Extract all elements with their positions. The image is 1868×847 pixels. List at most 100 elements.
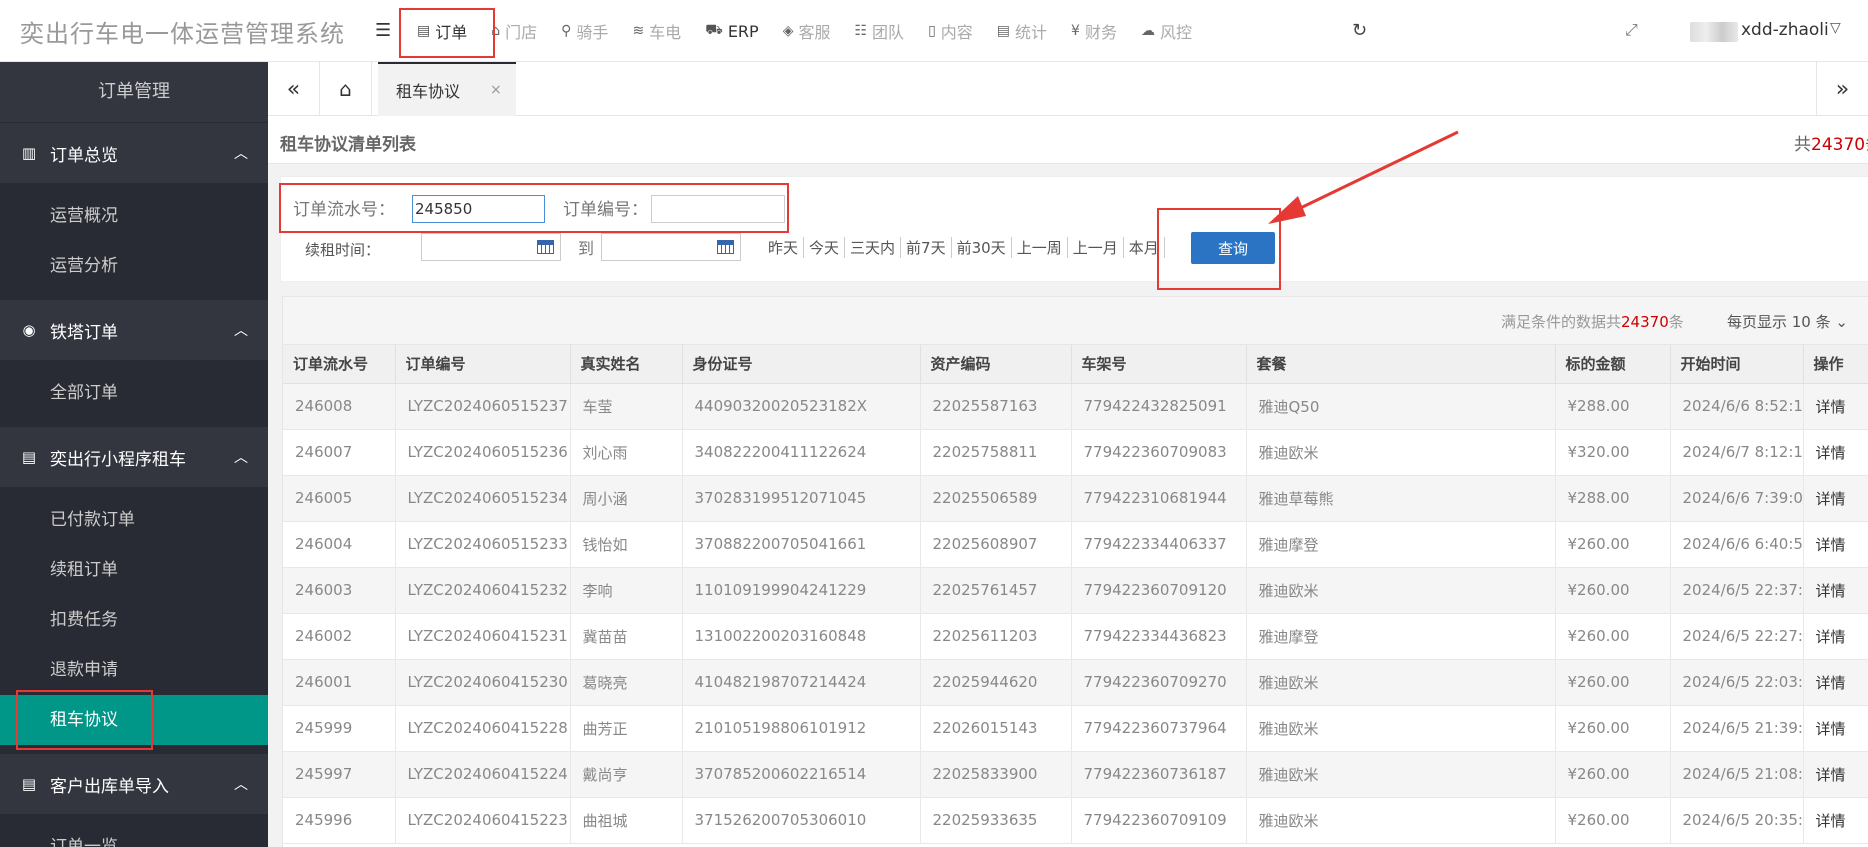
quick-date-link[interactable]: 昨天 bbox=[763, 237, 805, 258]
user-name[interactable]: xdd-zhaoli bbox=[1741, 20, 1829, 40]
start-date-input[interactable] bbox=[421, 233, 561, 261]
sidebar-group-0[interactable]: ▥ 订单总览 ︿ bbox=[0, 123, 268, 183]
table-cell: 雅迪欧米 bbox=[1246, 659, 1556, 706]
sidebar-item[interactable]: 运营分析 bbox=[0, 241, 268, 291]
topnav-label: 统计 bbox=[1015, 23, 1048, 42]
topnav-item-4[interactable]: ⛟ ERP bbox=[693, 0, 771, 62]
detail-link[interactable]: 详情 bbox=[1803, 613, 1868, 660]
detail-link[interactable]: 详情 bbox=[1803, 475, 1868, 522]
avatar bbox=[1690, 22, 1738, 42]
table-cell: 2024/6/5 21:08:0 bbox=[1670, 751, 1804, 798]
menu-toggle-icon[interactable]: ☰ bbox=[375, 20, 391, 41]
list-icon: ▤ bbox=[417, 23, 431, 39]
quick-date-link[interactable]: 上一月 bbox=[1068, 237, 1124, 258]
refresh-icon[interactable]: ↻ bbox=[1352, 20, 1367, 41]
tab-rental-agreement[interactable]: 租车协议 × bbox=[378, 62, 516, 116]
table-cell: 22025833900 bbox=[920, 751, 1072, 798]
detail-link[interactable]: 详情 bbox=[1803, 429, 1868, 476]
sidebar-item[interactable]: 续租订单 bbox=[0, 545, 268, 595]
table-cell: 22025506589 bbox=[920, 475, 1072, 522]
query-button[interactable]: 查询 bbox=[1191, 232, 1275, 264]
sidebar-item[interactable]: 全部订单 bbox=[0, 368, 268, 418]
table-row: 246007 LYZC2024060515236 刘心雨 34082220041112… bbox=[283, 429, 1868, 476]
chevron-down-icon[interactable]: ▽ bbox=[1830, 20, 1841, 36]
sidebar-group-1[interactable]: ◉ 铁塔订单 ︿ bbox=[0, 300, 268, 360]
topnav-item-8[interactable]: ▤ 统计 bbox=[985, 0, 1059, 62]
detail-link[interactable]: 详情 bbox=[1803, 797, 1868, 844]
table-cell: 44090320020523182X bbox=[682, 383, 921, 430]
sidebar-group-3[interactable]: ▤ 客户出库单导入 ︿ bbox=[0, 754, 268, 814]
table-cell: 2024/6/5 21:39:5 bbox=[1670, 705, 1804, 752]
quick-date-link[interactable]: 本月 bbox=[1124, 237, 1165, 258]
detail-link[interactable]: 详情 bbox=[1803, 383, 1868, 430]
quick-date-link[interactable]: 前30天 bbox=[952, 237, 1012, 258]
sidebar-item[interactable]: 租车协议 bbox=[0, 695, 268, 745]
fullscreen-icon[interactable]: ⤢ bbox=[1625, 20, 1638, 40]
count-number: 24370 bbox=[1621, 313, 1669, 331]
page-size-select[interactable]: 每页显示 10 条 ⌄ bbox=[1727, 311, 1848, 332]
table-cell: LYZC2024060415230 bbox=[395, 659, 571, 706]
tab-label: 租车协议 bbox=[396, 82, 461, 101]
sidebar-group-2[interactable]: ▤ 奕出行小程序租车 ︿ bbox=[0, 427, 268, 487]
end-date-input[interactable] bbox=[601, 233, 741, 261]
topnav-item-9[interactable]: ¥ 财务 bbox=[1059, 0, 1129, 62]
table-cell: LYZC2024060415231 bbox=[395, 613, 571, 660]
topnav-label: 客服 bbox=[798, 23, 831, 42]
detail-link[interactable]: 详情 bbox=[1803, 659, 1868, 706]
topnav-item-6[interactable]: ☷ 团队 bbox=[842, 0, 916, 62]
table-cell: 雅迪欧米 bbox=[1246, 567, 1556, 614]
quick-date-link[interactable]: 上一周 bbox=[1012, 237, 1068, 258]
order-label: 订单编号： bbox=[563, 200, 648, 220]
column-header: 订单编号 bbox=[395, 345, 571, 384]
table-cell: 雅迪摩登 bbox=[1246, 521, 1556, 568]
scroll-right-icon[interactable]: » bbox=[1816, 62, 1868, 116]
topnav-label: 车电 bbox=[649, 23, 682, 42]
sidebar-item[interactable]: 退款申请 bbox=[0, 645, 268, 695]
file-icon: ▯ bbox=[928, 23, 936, 39]
detail-link[interactable]: 详情 bbox=[1803, 751, 1868, 798]
detail-link[interactable]: 详情 bbox=[1803, 567, 1868, 614]
table-cell: 周小涵 bbox=[570, 475, 683, 522]
topnav-item-10[interactable]: ☁ 风控 bbox=[1129, 0, 1204, 62]
quick-date-link[interactable]: 三天内 bbox=[845, 237, 902, 258]
table-cell: 779422360709083 bbox=[1071, 429, 1247, 476]
table-cell: 246008 bbox=[283, 383, 396, 430]
calendar-icon[interactable] bbox=[537, 240, 554, 254]
quick-date-link[interactable]: 今天 bbox=[804, 237, 846, 258]
sidebar: 订单管理 ▥ 订单总览 ︿ 运营概况 运营分析 ◉ 铁塔订单 ︿ 全部订单 ▤ 奕出行小程序租车 ︿ 已… bbox=[0, 62, 268, 847]
table-row: 245997 LYZC2024060415224 戴尚亨 37078520060221… bbox=[283, 751, 1868, 798]
quick-date-link[interactable]: 前7天 bbox=[901, 237, 952, 258]
sidebar-title: 订单管理 bbox=[0, 62, 268, 122]
quick-date-links: 昨天 今天 三天内 前7天 前30天 上一周 上一月 本月 bbox=[763, 237, 1165, 258]
table-cell: 110109199904241229 bbox=[682, 567, 921, 614]
home-icon[interactable]: ⌂ bbox=[320, 62, 372, 116]
table-cell: 131002200203160848 bbox=[682, 613, 921, 660]
serial-input[interactable] bbox=[412, 195, 545, 223]
table-cell: 22025944620 bbox=[920, 659, 1072, 706]
sidebar-item[interactable]: 扣费任务 bbox=[0, 595, 268, 645]
chevron-down-icon: ⌄ bbox=[1835, 313, 1848, 331]
count-suffix: 条 bbox=[1668, 313, 1684, 331]
list-icon: ▤ bbox=[996, 23, 1011, 39]
sidebar-item[interactable]: 订单一览 bbox=[0, 822, 268, 847]
detail-link[interactable]: 详情 bbox=[1803, 705, 1868, 752]
table-cell: 779422432825091 bbox=[1071, 383, 1247, 430]
close-icon[interactable]: × bbox=[490, 82, 502, 98]
topnav-label: 内容 bbox=[940, 23, 973, 42]
calendar-icon[interactable] bbox=[717, 240, 734, 254]
table-cell: 22025608907 bbox=[920, 521, 1072, 568]
scroll-left-icon[interactable]: « bbox=[268, 62, 320, 116]
topnav-item-7[interactable]: ▯ 内容 bbox=[916, 0, 985, 62]
table-cell: 370283199512071045 bbox=[682, 475, 921, 522]
table-cell: 雅迪欧米 bbox=[1246, 429, 1556, 476]
topnav-item-5[interactable]: ◈ 客服 bbox=[771, 0, 843, 62]
sidebar-item[interactable]: 已付款订单 bbox=[0, 495, 268, 545]
topnav-item-1[interactable]: ⌂ 门店 bbox=[479, 0, 549, 62]
order-input[interactable] bbox=[651, 195, 785, 223]
detail-link[interactable]: 详情 bbox=[1803, 521, 1868, 568]
topnav-item-3[interactable]: ≋ 车电 bbox=[620, 0, 693, 62]
topnav-item-0[interactable]: ▤ 订单 bbox=[405, 0, 479, 62]
topnav-item-2[interactable]: ⚲ 骑手 bbox=[549, 0, 620, 62]
table-cell: 246001 bbox=[283, 659, 396, 706]
sidebar-item[interactable]: 运营概况 bbox=[0, 191, 268, 241]
